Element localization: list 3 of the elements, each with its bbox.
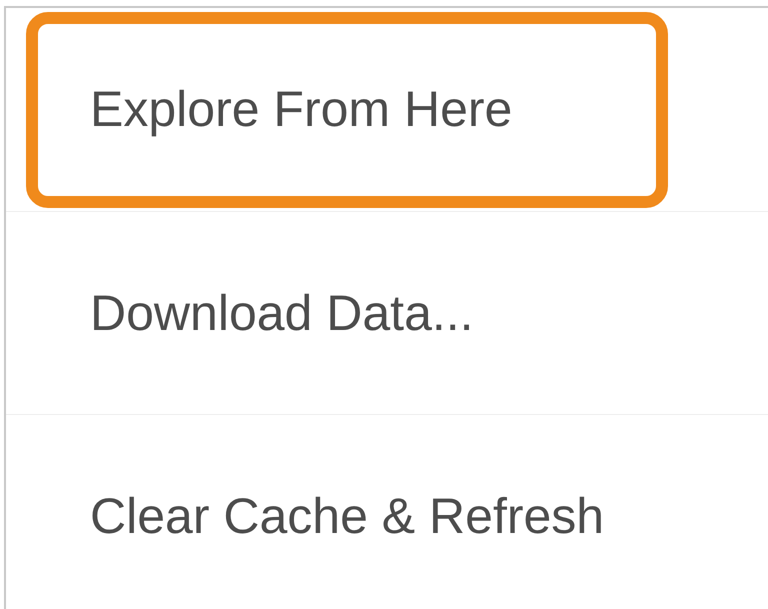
menu-item[interactable]: Download Data... (26, 215, 668, 411)
menu-item[interactable]: Explore From Here (26, 12, 668, 208)
menu-item[interactable]: Clear Cache & Refresh (26, 418, 668, 609)
